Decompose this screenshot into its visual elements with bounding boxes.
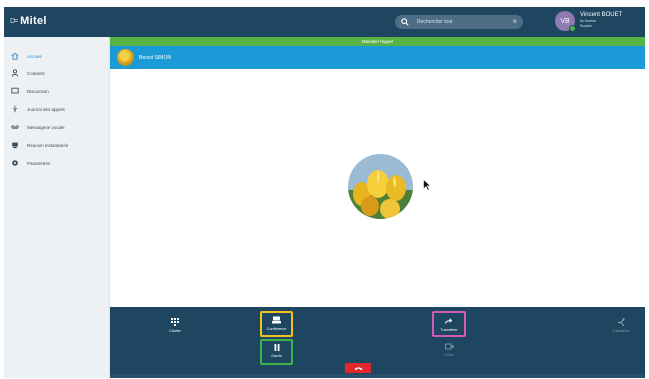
call-controls: Clavier Conférence Garde Transférer Vidé… [110,307,645,378]
conference-icon [272,315,282,325]
keypad-button[interactable]: Clavier [162,317,188,333]
sidebar-item-label: Messagerie vocale [27,124,65,130]
split-arrow-icon [616,317,626,327]
gear-icon [11,159,19,167]
mouse-pointer-icon [423,179,431,191]
sidebar-item-journal[interactable]: Journal des appels [4,102,110,116]
app-logo: D= Mitel [10,15,47,27]
contact-name: Benoit SIMON [139,54,171,61]
person-icon [11,69,19,77]
sidebar-item-label: Paramètres [27,160,51,166]
user-initials: VB [560,17,570,25]
sidebar-item-reunion[interactable]: Réunion instantanée [4,138,110,152]
app-window: D= Mitel Rechercher tout × VB Vincent BO… [4,7,645,378]
logo-text: Mitel [20,15,47,27]
transfer-alt-button[interactable]: Transférer [606,317,636,333]
contact-bar: Benoit SIMON [110,46,645,69]
user-name: Vincent BOUET [580,12,623,18]
hold-button[interactable]: Garde [262,342,291,358]
video-button[interactable]: Vidéo [436,341,462,357]
sidebar-item-label: Journal des appels [27,106,65,112]
user-avatar[interactable]: VB [555,11,576,32]
voicemail-icon [11,123,19,131]
hold-label: Garde [271,354,282,358]
conference-label: Conférence [266,327,287,331]
call-log-icon [11,105,19,113]
video-label: Vidéo [444,353,454,357]
search-icon [401,18,409,26]
transfer-alt-label: Transférer [612,329,630,333]
transfer-label: Transférer [440,328,458,332]
sidebar-item-contacts[interactable]: Contacts [4,66,110,80]
user-info[interactable]: Vincent BOUET Au bureau Surpise [580,12,622,28]
contact-avatar [117,49,134,66]
search-input[interactable]: Rechercher tout × [395,15,523,29]
phone-hangup-icon [354,366,362,370]
sidebar-item-accueil[interactable]: Accueil [4,49,110,63]
close-icon[interactable]: × [512,18,517,26]
chat-icon [11,87,19,95]
home-icon [11,52,19,60]
sidebar-item-messagerie[interactable]: Messagerie vocale [4,120,110,134]
contact-photo [348,154,413,219]
sidebar-item-label: Contacts [27,70,45,76]
controls-footer-line [110,374,645,378]
pause-icon [272,342,282,352]
video-icon [444,341,454,351]
call-status-banner: Maintien l'appel [110,37,645,46]
sidebar-item-label: Accueil [27,53,42,59]
user-status: Au bureau [580,19,597,23]
sidebar-item-parametres[interactable]: Paramètres [4,156,110,170]
sidebar-item-label: Discussion [27,88,49,94]
call-status-text: Maintien l'appel [361,39,394,44]
transfer-arrow-icon [444,316,454,326]
keypad-icon [170,317,180,327]
sidebar-item-label: Réunion instantanée [27,142,69,148]
conference-button[interactable]: Conférence [262,315,291,331]
search-placeholder: Rechercher tout [417,19,453,25]
sidebar-item-discussion[interactable]: Discussion [4,84,110,98]
logo-mark: D= [10,17,18,25]
top-bar: D= Mitel Rechercher tout × VB Vincent BO… [4,7,645,37]
presence-indicator [569,25,576,32]
keypad-label: Clavier [169,329,181,333]
sidebar: Accueil Contacts Discussion Journal des … [4,37,110,378]
user-mood: Surpise [580,24,592,28]
transfer-button[interactable]: Transférer [434,316,464,332]
meeting-icon [11,141,19,149]
hangup-button[interactable] [345,363,371,373]
